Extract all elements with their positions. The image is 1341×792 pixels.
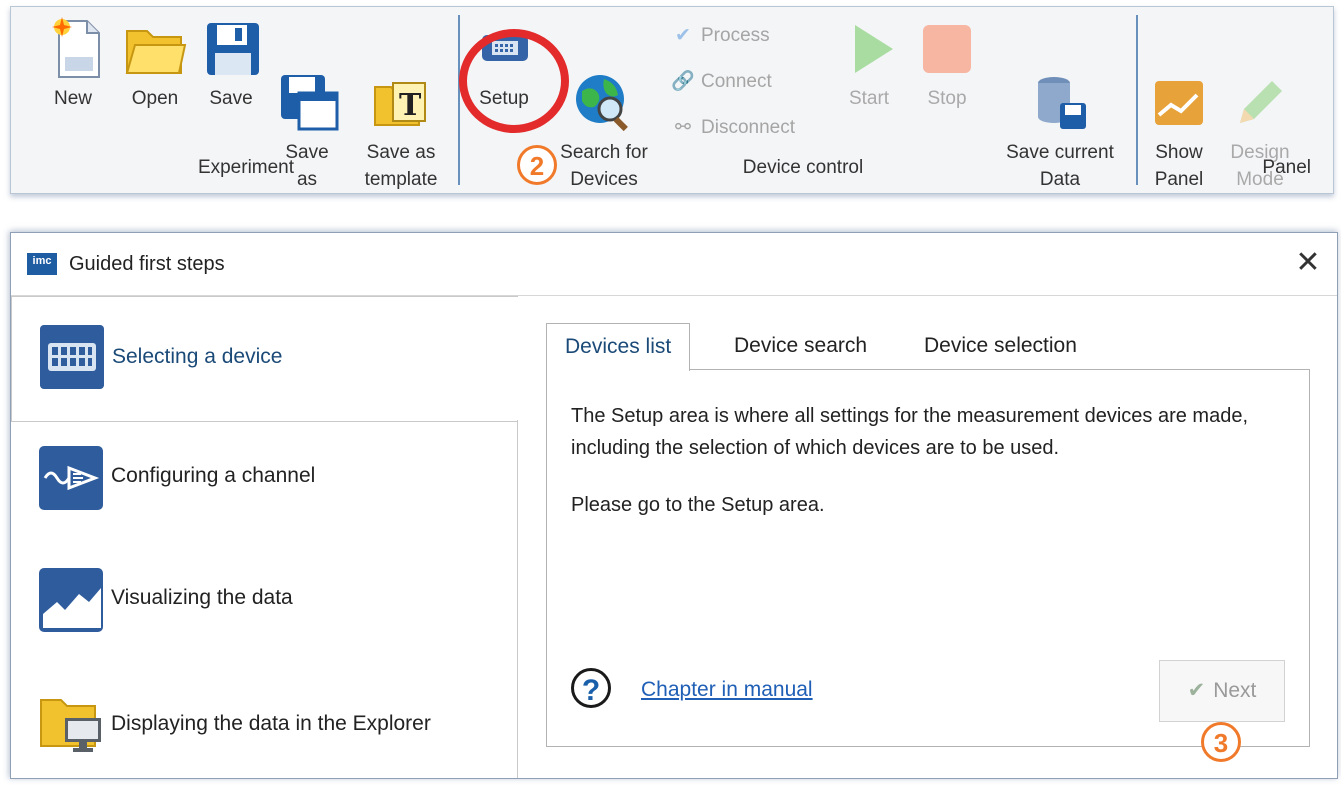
next-label: Next xyxy=(1213,679,1257,702)
stop-label: Stop xyxy=(927,88,967,109)
disconnect-button[interactable]: ⚯ Disconnect xyxy=(671,113,795,143)
ribbon-separator xyxy=(1136,15,1138,185)
imc-app-icon: imc xyxy=(27,253,57,275)
start-button[interactable]: Start xyxy=(839,17,899,113)
stop-icon xyxy=(915,17,979,81)
process-button[interactable]: ✔ Process xyxy=(671,21,770,51)
step-item-displaying-explorer[interactable]: Displaying the data in the Explorer xyxy=(11,668,517,792)
tab-device-selection[interactable]: Device selection xyxy=(906,323,1095,369)
connect-button[interactable]: 🔗 Connect xyxy=(671,67,772,97)
save-label: Save xyxy=(209,88,253,109)
step-label: Visualizing the data xyxy=(111,586,293,609)
tabs-area: Devices list Device search Device select… xyxy=(546,323,1310,762)
channel-icon xyxy=(39,446,103,510)
step-item-visualizing-data[interactable]: Visualizing the data xyxy=(11,544,517,668)
open-folder-icon xyxy=(123,17,187,81)
save-current-data-button[interactable]: Save current Data xyxy=(989,17,1131,220)
ribbon-separator xyxy=(458,15,460,185)
broken-link-icon: ⚯ xyxy=(675,117,691,138)
template-icon: T xyxy=(369,44,433,126)
checkmark-icon: ✔ xyxy=(1187,679,1206,702)
panel-icon xyxy=(1147,44,1211,125)
stop-button[interactable]: Stop xyxy=(915,17,979,113)
guided-first-steps-dialog: imc Guided first steps ✕ Selecting a dev… xyxy=(10,232,1338,779)
save-as-icon xyxy=(277,44,341,131)
setup-instruction-text: Please go to the Setup area. xyxy=(571,494,825,516)
group-label-panel: Panel xyxy=(1262,157,1311,178)
globe-search-icon xyxy=(572,44,636,132)
floppy-disk-icon xyxy=(201,17,265,81)
steps-list: Selecting a device Configuring a channel xyxy=(11,296,519,778)
step-3-callout: 3 xyxy=(1201,722,1241,762)
open-button[interactable]: Open xyxy=(119,17,191,113)
next-button[interactable]: ✔ Next xyxy=(1159,660,1285,722)
ribbon-toolbar: New Open Save Save as T Save as template… xyxy=(10,6,1334,194)
group-label-experiment: Experiment xyxy=(197,157,295,178)
group-label-device-control: Device control xyxy=(742,157,864,178)
setup-description-text: The Setup area is where all settings for… xyxy=(571,405,1249,459)
new-document-icon xyxy=(45,17,109,81)
help-icon[interactable]: ? xyxy=(571,668,611,708)
tab-panel: The Setup area is where all settings for… xyxy=(546,369,1310,762)
process-label: Process xyxy=(701,25,770,46)
chart-icon xyxy=(39,568,103,632)
device-icon xyxy=(40,325,104,389)
chapter-in-manual-link[interactable]: Chapter in manual xyxy=(641,678,813,702)
tab-device-search[interactable]: Device search xyxy=(716,323,885,369)
start-label: Start xyxy=(848,88,890,109)
open-label: Open xyxy=(131,88,179,109)
dialog-titlebar: imc Guided first steps ✕ xyxy=(11,233,1337,296)
save-as-button[interactable]: Save as xyxy=(277,17,339,220)
checkmark-icon: ✔ xyxy=(675,25,691,46)
steps-divider xyxy=(517,420,518,778)
search-devices-button[interactable]: Search for Devices xyxy=(551,17,657,220)
show-panel-button[interactable]: Show Panel xyxy=(1147,17,1211,220)
save-button[interactable]: Save xyxy=(201,17,261,113)
step-item-configuring-channel[interactable]: Configuring a channel xyxy=(11,420,517,544)
connect-label: Connect xyxy=(701,71,772,92)
step-label: Configuring a channel xyxy=(111,464,316,487)
pencil-icon xyxy=(1228,44,1292,123)
save-as-template-button[interactable]: T Save as template xyxy=(353,17,449,220)
step-item-selecting-device[interactable]: Selecting a device xyxy=(11,296,518,422)
play-icon xyxy=(839,17,903,81)
new-button[interactable]: New xyxy=(45,17,101,113)
step-label: Selecting a device xyxy=(112,345,283,368)
explorer-folder-icon xyxy=(39,690,103,754)
design-mode-button[interactable]: Design Mode xyxy=(1223,17,1297,220)
svg-text:T: T xyxy=(399,88,422,123)
database-save-icon xyxy=(1028,44,1092,129)
dialog-title: Guided first steps xyxy=(69,253,225,275)
step-label: Displaying the data in the Explorer xyxy=(111,712,431,735)
new-label: New xyxy=(53,88,92,109)
disconnect-label: Disconnect xyxy=(701,117,795,138)
close-button[interactable]: ✕ xyxy=(1289,245,1327,283)
link-icon: 🔗 xyxy=(671,71,695,92)
tab-devices-list[interactable]: Devices list xyxy=(546,323,691,371)
